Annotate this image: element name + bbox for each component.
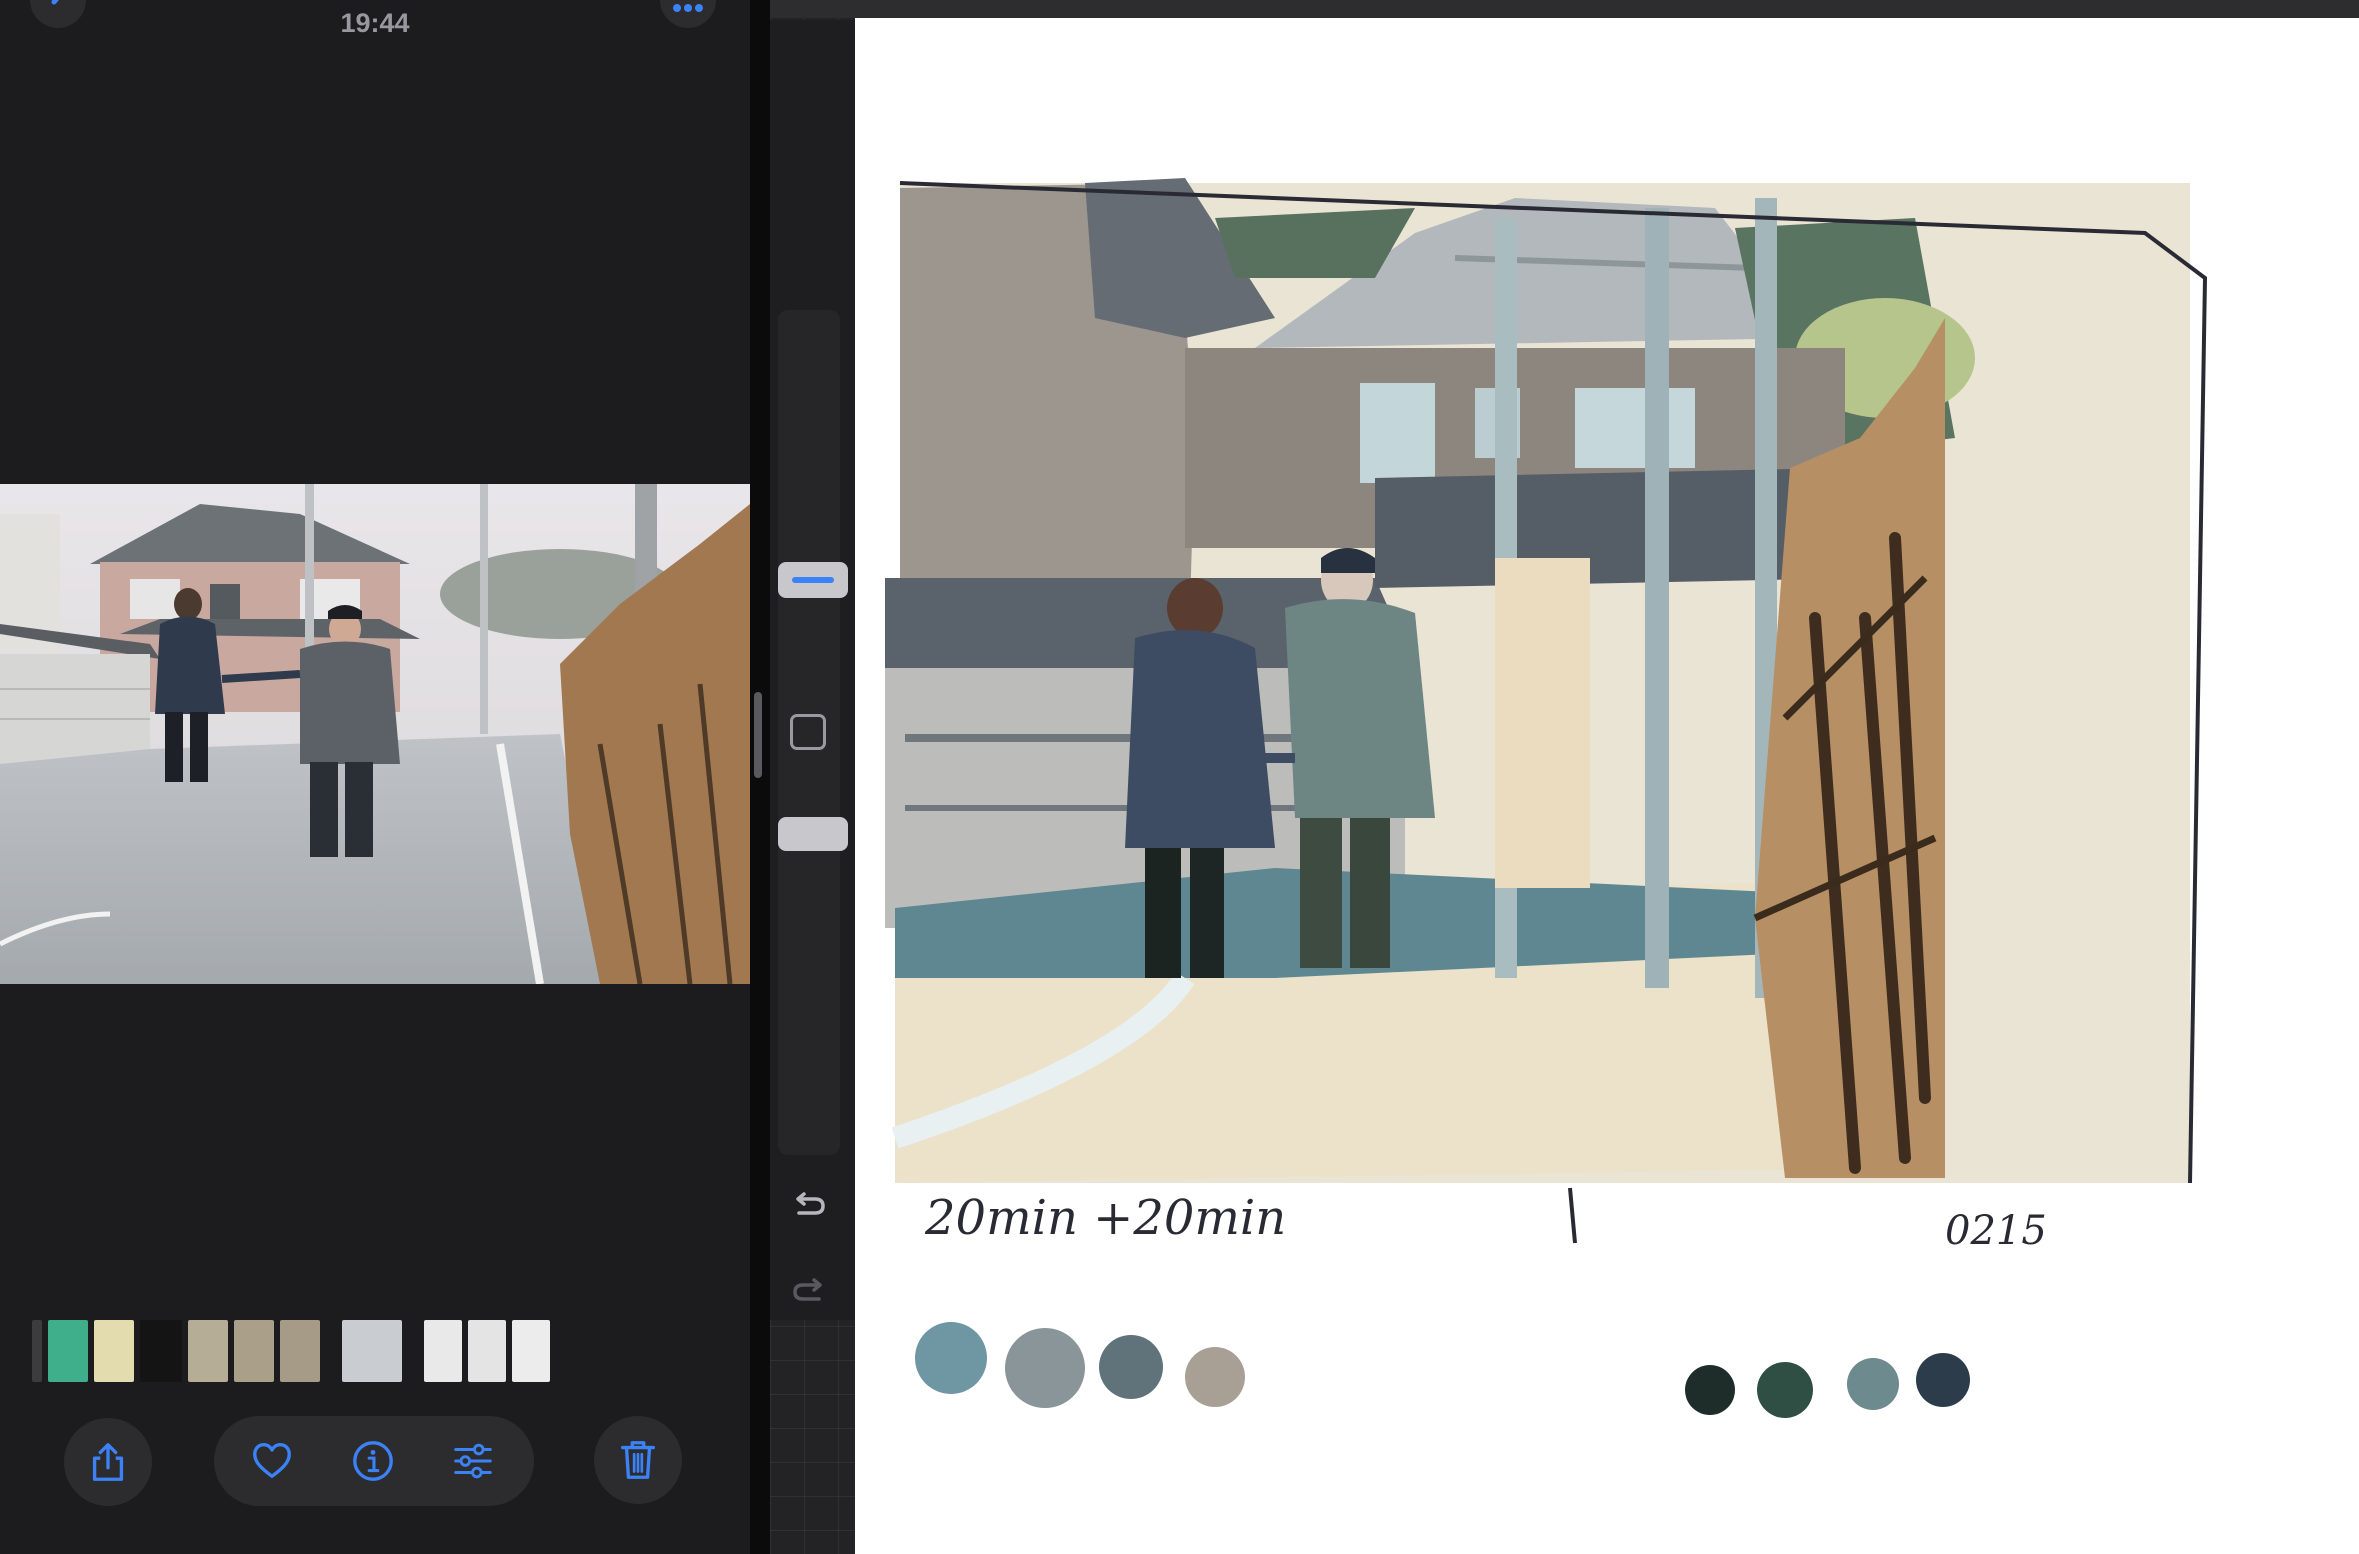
info-icon	[353, 1441, 393, 1481]
redo-icon	[793, 1278, 822, 1301]
status-time: 19:44	[340, 8, 410, 38]
color-swatch	[915, 1322, 987, 1394]
thumbnail-item[interactable]	[32, 1320, 42, 1382]
undo-button[interactable]	[784, 1186, 834, 1226]
share-icon	[92, 1443, 124, 1481]
trash-icon	[620, 1441, 656, 1479]
color-swatch	[1685, 1365, 1735, 1415]
photos-pane: 19:44	[0, 0, 750, 1554]
thumbnail-item[interactable]	[342, 1320, 402, 1382]
thumbnail-item[interactable]	[234, 1320, 274, 1382]
more-button[interactable]	[660, 0, 716, 28]
color-swatch	[1757, 1362, 1813, 1418]
thumbnail-item[interactable]	[188, 1320, 228, 1382]
tool-sidebar	[770, 20, 855, 1320]
brush-opacity-slider[interactable]	[778, 817, 848, 851]
sliders-icon	[454, 1443, 492, 1479]
share-button-icon-wrap[interactable]	[64, 1418, 152, 1506]
drawing-canvas[interactable]: 20min +20min 0215	[855, 18, 2359, 1554]
ellipsis-icon	[673, 4, 703, 12]
info-button[interactable]	[333, 1416, 413, 1506]
adjust-button[interactable]	[433, 1416, 513, 1506]
delete-button-icon-wrap[interactable]	[594, 1416, 682, 1504]
brush-size-slider[interactable]	[778, 562, 848, 598]
color-swatch	[1005, 1328, 1085, 1408]
photo-image[interactable]	[0, 484, 750, 984]
palette-swatches-right	[1685, 1353, 1970, 1418]
thumbnail-item[interactable]	[280, 1320, 320, 1382]
heart-icon	[253, 1443, 291, 1479]
split-view-handle[interactable]	[754, 692, 762, 778]
color-swatch	[1099, 1335, 1163, 1399]
palette-swatches-left	[915, 1322, 1245, 1408]
thumbnail-item[interactable]	[140, 1320, 182, 1382]
thumbnail-item[interactable]	[94, 1320, 134, 1382]
thumbnail-item[interactable]	[424, 1320, 462, 1382]
redo-button[interactable]	[784, 1272, 834, 1312]
color-swatch	[1185, 1347, 1245, 1407]
color-swatch	[1847, 1358, 1899, 1410]
undo-icon	[796, 1192, 825, 1215]
color-swatch	[1916, 1353, 1970, 1407]
handwritten-date: 0215	[1945, 1208, 2047, 1254]
thumbnail-item[interactable]	[48, 1320, 88, 1382]
handwritten-timing: 20min +20min	[925, 1190, 1287, 1246]
modify-button[interactable]	[790, 714, 826, 750]
thumbnail-item[interactable]	[512, 1320, 550, 1382]
thumbnail-item[interactable]	[468, 1320, 506, 1382]
procreate-topbar	[770, 0, 2359, 18]
favorite-button[interactable]	[232, 1416, 312, 1506]
